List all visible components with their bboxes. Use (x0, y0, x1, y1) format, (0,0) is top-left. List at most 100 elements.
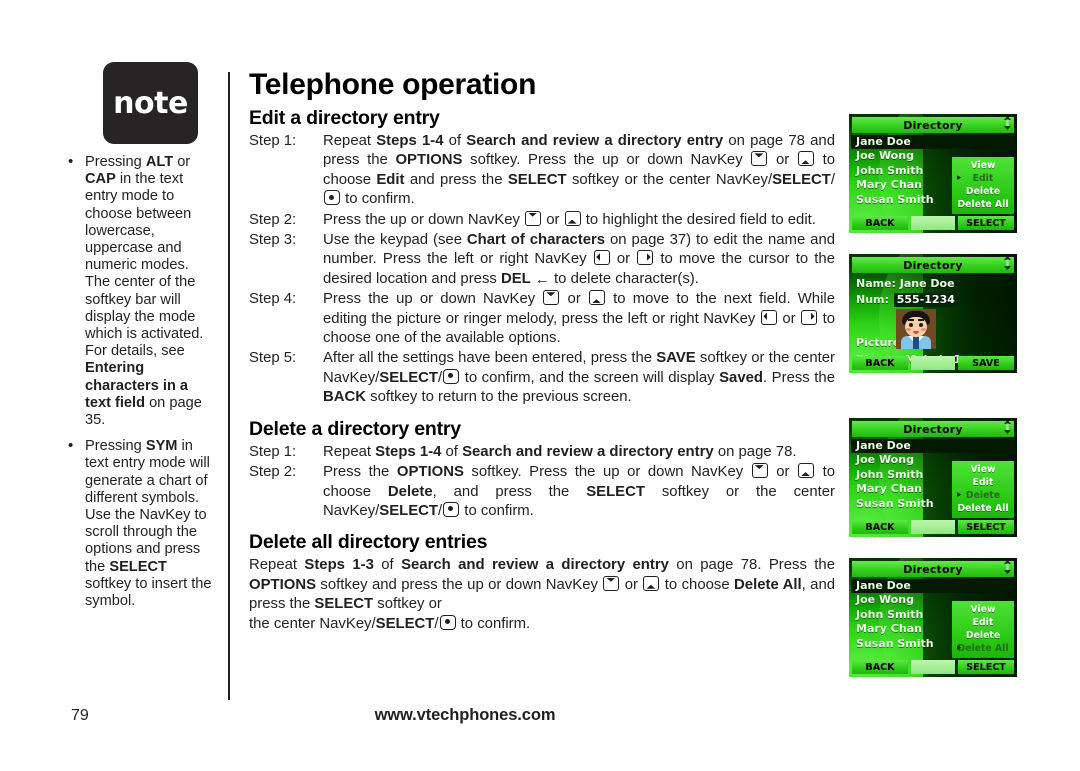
step-row: Step 1: Repeat Steps 1-4 of Search and re… (249, 443, 835, 462)
softkey-right[interactable]: SELECT (958, 520, 1014, 534)
screen-title: Directory (903, 258, 963, 272)
emphasis-text: DEL (500, 270, 531, 287)
navkey-down-icon (798, 463, 815, 479)
options-menu-item[interactable]: Edit (952, 616, 1014, 629)
emphasis-text: SELECT (586, 483, 645, 500)
softkey-right[interactable]: SELECT (958, 660, 1014, 674)
navkey-up-icon (543, 290, 560, 306)
softkey-left[interactable]: BACK (852, 660, 908, 674)
main-content: Telephone operation Edit a directory ent… (249, 68, 835, 634)
scroll-updown-icon (1003, 419, 1012, 434)
navkey-center-icon (439, 614, 456, 630)
options-menu-item[interactable]: View (952, 159, 1014, 172)
emphasis-text: SAVE (656, 350, 696, 367)
step-label: Step 2: (249, 464, 297, 481)
emphasis-text: SYM (145, 438, 178, 455)
emphasis-text: OPTIONS (249, 576, 317, 593)
emphasis-text: Chart of characters (466, 232, 606, 249)
note-bullet-text: Pressing SYM in text entry mode will gen… (85, 438, 212, 610)
step-text: Repeat Steps 1-4 of Search and review a … (323, 443, 797, 460)
navkey-up-icon (525, 210, 542, 226)
screen-title: Directory (903, 562, 963, 576)
emphasis-text: ALT (145, 154, 174, 170)
form-field-row[interactable]: Num: 555-1234 (849, 292, 1017, 308)
softkey-right[interactable]: SAVE (958, 356, 1014, 370)
softkey-left[interactable]: BACK (852, 216, 908, 230)
form-field-picture[interactable]: Picture: (849, 308, 1017, 352)
screen-title-bar: Directory (852, 561, 1014, 577)
manual-page: note • Pressing ALT or CAP in the text en… (0, 0, 1080, 771)
emphasis-text: SELECT (507, 171, 567, 188)
navkey-center-icon (443, 368, 460, 384)
directory-edit-form: Name: Jane DoeNum: 555-1234Picture:Ringe… (849, 276, 1017, 368)
note-bullet-item: • Pressing SYM in text entry mode will ge… (62, 437, 212, 610)
directory-list-item[interactable]: Jane Doe (851, 135, 1015, 150)
step-row: Step 2: Press the OPTIONS softkey. Press … (249, 463, 835, 521)
step-text: Use the keypad (see Chart of characters … (323, 232, 836, 288)
softkey-center[interactable] (911, 520, 955, 534)
options-menu-item[interactable]: Delete (952, 185, 1014, 198)
softkey-right[interactable]: SELECT (958, 216, 1014, 230)
page-title: Telephone operation (249, 68, 537, 101)
footer-website: www.vtechphones.com (374, 706, 556, 724)
section-heading: Delete a directory entry (249, 417, 461, 440)
options-menu-item[interactable]: View (952, 603, 1014, 616)
emphasis-text: SELECT (379, 369, 439, 386)
emphasis-text: OPTIONS (396, 464, 464, 481)
softkey-center[interactable] (911, 356, 955, 370)
note-bullet-text: Pressing ALT or CAP in the text entry mo… (85, 154, 204, 429)
screen-directory-delete-all: Directory Jane Doe Joe Wong John Smith Mary … (849, 558, 1017, 677)
softkey-left[interactable]: BACK (852, 356, 908, 370)
navkey-right-icon (801, 309, 818, 325)
section-paragraph: the center NavKey/SELECT/ to confirm. (249, 614, 531, 632)
softkey-left[interactable]: BACK (852, 520, 908, 534)
emphasis-text: SELECT (314, 596, 374, 613)
options-menu-item[interactable]: Delete All (952, 198, 1014, 211)
section-heading: Delete all directory entries (249, 531, 488, 554)
menu-cursor-icon: ▸ (957, 173, 962, 183)
options-menu: View Edit Delete ▸ Delete All (952, 601, 1014, 658)
emphasis-text: OPTIONS (395, 152, 463, 169)
directory-list-item[interactable]: Jane Doe (851, 579, 1015, 594)
section-heading: Edit a directory entry (249, 107, 440, 129)
step-row: Step 5: After all the settings have been … (249, 349, 835, 407)
emphasis-text: Edit (376, 171, 405, 188)
menu-cursor-icon: ▸ (957, 643, 962, 653)
step-row: Step 4: Press the up or down NavKey or to… (249, 290, 835, 348)
form-field-label: Num: (856, 293, 893, 306)
step-label: Step 5: (249, 350, 297, 367)
options-menu-item[interactable]: ▸ Edit (952, 172, 1014, 185)
column-divider (228, 72, 230, 700)
emphasis-text: Steps 1-4 (375, 443, 442, 460)
directory-list-item[interactable]: Jane Doe (851, 439, 1015, 454)
step-label: Step 1: (249, 133, 297, 149)
options-menu-item[interactable]: Delete All (952, 502, 1014, 515)
emphasis-text: Steps 1-3 (304, 557, 374, 574)
navkey-up-icon (751, 151, 768, 167)
contact-avatar-icon (896, 309, 936, 349)
note-badge-label: note (113, 85, 188, 121)
menu-cursor-icon: ▸ (957, 490, 962, 500)
options-menu-item[interactable]: ▸ Delete (952, 489, 1014, 502)
options-menu-item[interactable]: Delete (952, 629, 1014, 642)
options-menu-item[interactable]: View (952, 463, 1014, 476)
note-column: note • Pressing ALT or CAP in the text en… (62, 62, 212, 626)
step-text: Repeat Steps 1-4 of Search and review a … (323, 133, 835, 208)
navkey-left-icon (593, 250, 610, 266)
softkey-center[interactable] (911, 660, 955, 674)
screen-directory-form: Directory Name: Jane Doe Num: 555-1234 Pict… (849, 254, 1017, 373)
screen-directory-delete: Directory Jane Doe Joe Wong John Smith Mary … (849, 418, 1017, 537)
options-menu-item[interactable]: Edit (952, 476, 1014, 489)
sections-container: Edit a directory entry Step 1: Repeat Step… (249, 107, 835, 634)
form-field-row[interactable]: Name: Jane Doe (849, 276, 1017, 292)
navkey-center-icon (324, 190, 340, 206)
form-field-label: Name: (856, 277, 900, 290)
options-menu-item[interactable]: ▸ Delete All (952, 642, 1014, 655)
emphasis-text: SELECT (379, 502, 439, 519)
step-row: Step 2: Press the up or down NavKey or to… (249, 210, 835, 230)
section-paragraph: Repeat Steps 1-3 of Search and review a … (249, 557, 836, 613)
softkey-center[interactable] (911, 216, 955, 230)
step-label: Step 3: (249, 232, 297, 249)
back-arrow-icon: ← (534, 270, 550, 288)
screen-title: Directory (903, 422, 963, 436)
